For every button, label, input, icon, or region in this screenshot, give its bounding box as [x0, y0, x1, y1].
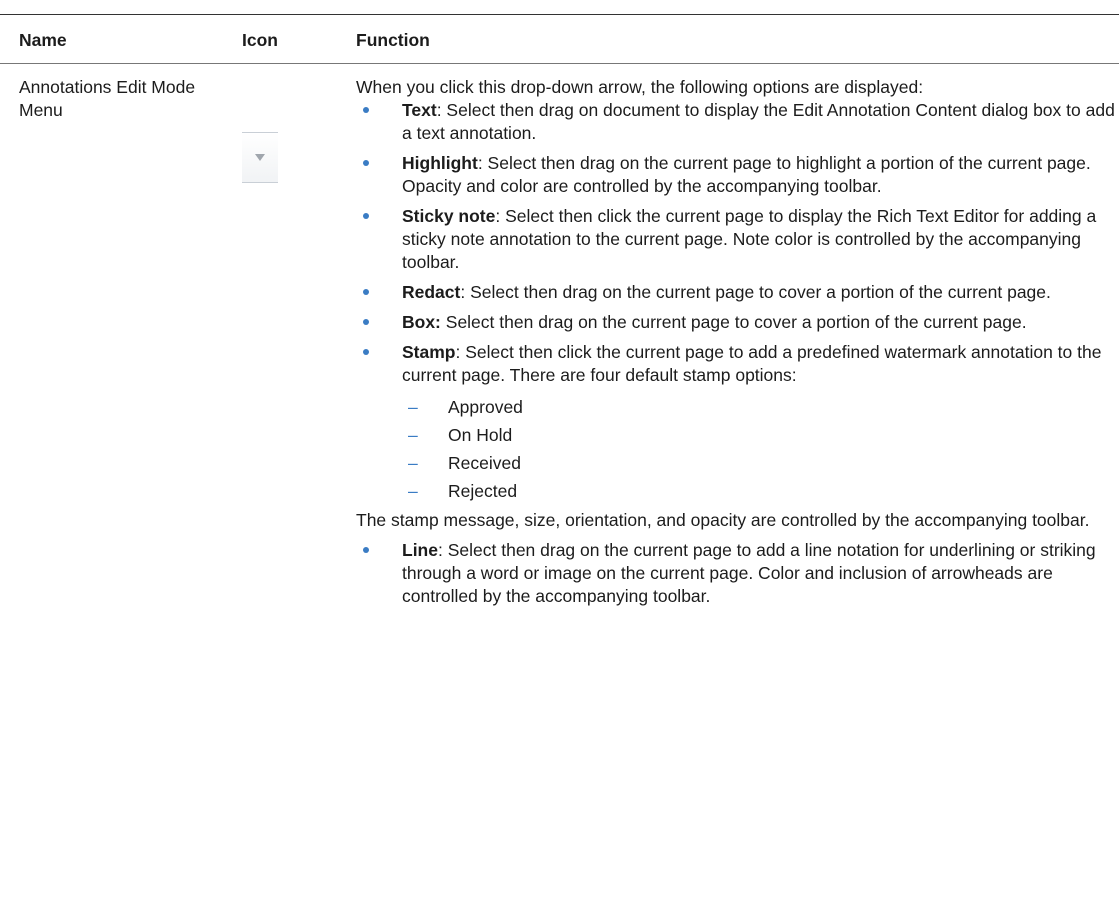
option-desc: Select then drag on the current page to … — [445, 312, 1027, 332]
stamp-option-label: Received — [448, 453, 521, 473]
option-sep: : — [495, 206, 506, 226]
header-name: Name — [19, 30, 67, 50]
option-sep: : — [437, 540, 448, 560]
header-rule — [0, 63, 1119, 64]
bullet-icon — [363, 289, 369, 295]
header-icon: Icon — [242, 30, 278, 50]
option-term: Line — [402, 540, 438, 560]
header-function: Function — [356, 30, 430, 50]
list-item: Line: Select then drag on the current pa… — [356, 539, 1116, 608]
dash-icon: – — [408, 453, 418, 473]
option-sep: : — [460, 282, 471, 302]
stamp-option: – Received — [402, 452, 1116, 475]
option-sep: : — [436, 100, 447, 120]
options-list: Text: Select then drag on document to di… — [356, 99, 1116, 608]
option-sep: : — [455, 342, 466, 362]
option-term: Sticky note — [402, 206, 496, 226]
bullet-icon — [363, 160, 369, 166]
option-term: Text — [402, 100, 437, 120]
stamp-option-label: Rejected — [448, 481, 518, 501]
table-top-rule — [0, 14, 1119, 15]
stamp-note: The stamp message, size, orientation, an… — [356, 510, 1090, 530]
row-function: When you click this drop-down arrow, the… — [356, 76, 1116, 608]
option-desc: Select then drag on the current page to … — [470, 282, 1051, 302]
option-desc: Select then drag on document to display … — [402, 100, 1115, 143]
row-icon-cell — [242, 132, 278, 183]
option-desc: Select then click the current page to di… — [402, 206, 1097, 272]
stamp-option-label: On Hold — [448, 425, 513, 445]
list-item: Redact: Select then drag on the current … — [356, 281, 1116, 304]
list-item: Highlight: Select then drag on the curre… — [356, 152, 1116, 198]
stamp-option: – Approved — [402, 396, 1116, 419]
option-term: Box: — [402, 312, 441, 332]
option-desc: Select then click the current page to ad… — [402, 342, 1102, 385]
bullet-icon — [363, 349, 369, 355]
function-intro: When you click this drop-down arrow, the… — [356, 77, 924, 97]
bullet-icon — [363, 213, 369, 219]
stamp-options-list: – Approved – On Hold – Received – Rejected — [402, 396, 1116, 503]
row-name: Annotations Edit Mode Menu — [19, 77, 196, 120]
option-term: Redact — [402, 282, 461, 302]
stamp-option: – On Hold — [402, 424, 1116, 447]
option-term: Highlight — [402, 153, 478, 173]
list-item: Sticky note: Select then click the curre… — [356, 205, 1116, 274]
stamp-option-label: Approved — [448, 397, 523, 417]
option-desc: Select then drag on the current page to … — [402, 153, 1091, 196]
bullet-icon — [363, 319, 369, 325]
list-item: Stamp: Select then click the current pag… — [356, 341, 1116, 532]
option-sep: : — [477, 153, 488, 173]
bullet-icon — [363, 107, 369, 113]
bullet-icon — [363, 547, 369, 553]
list-item: Box: Select then drag on the current pag… — [356, 311, 1116, 334]
option-desc: Select then drag on the current page to … — [402, 540, 1096, 606]
dropdown-arrow-icon — [242, 132, 278, 183]
stamp-option: – Rejected — [402, 480, 1116, 503]
dash-icon: – — [408, 425, 418, 445]
list-item: Text: Select then drag on document to di… — [356, 99, 1116, 145]
dash-icon: – — [408, 397, 418, 417]
dash-icon: – — [408, 481, 418, 501]
option-term: Stamp — [402, 342, 456, 362]
